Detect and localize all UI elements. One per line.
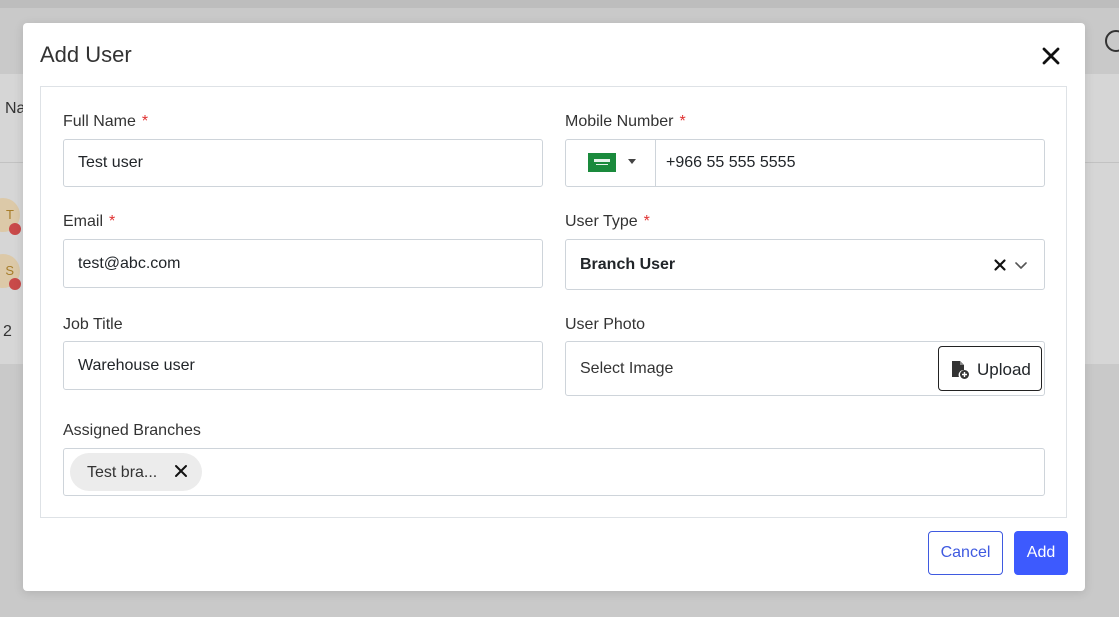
chevron-down-icon — [1015, 262, 1027, 269]
background-topbar — [0, 0, 1119, 8]
email-input[interactable] — [63, 239, 543, 288]
add-user-modal: Add User Full Name * Mobile Number * Email… — [23, 23, 1085, 591]
user-type-label: User Type * — [565, 213, 650, 231]
modal-title: Add User — [40, 42, 132, 67]
branch-chip[interactable]: Test bra... — [70, 453, 202, 491]
required-mark: * — [679, 113, 686, 130]
required-mark: * — [109, 213, 116, 230]
caret-down-icon — [628, 159, 636, 164]
job-title-label-text: Job Title — [63, 316, 123, 333]
select-image-placeholder[interactable]: Select Image — [580, 360, 673, 378]
mobile-number-input[interactable] — [655, 140, 1044, 186]
mobile-number-field — [565, 139, 1045, 187]
user-photo-label-text: User Photo — [565, 316, 646, 333]
full-name-label: Full Name * — [63, 113, 148, 131]
file-upload-icon — [952, 361, 969, 379]
assigned-branches-label: Assigned Branches — [63, 422, 201, 440]
cancel-button[interactable]: Cancel — [928, 531, 1003, 575]
assigned-branches-multiselect[interactable]: Test bra... — [63, 448, 1045, 496]
full-name-input[interactable] — [63, 139, 543, 187]
job-title-input[interactable] — [63, 341, 543, 390]
email-label-text: Email — [63, 213, 104, 230]
status-dot — [9, 278, 21, 290]
job-title-label: Job Title — [63, 316, 123, 334]
email-label: Email * — [63, 213, 115, 231]
full-name-label-text: Full Name — [63, 113, 136, 130]
user-photo-label: User Photo — [565, 316, 645, 334]
required-mark: * — [141, 113, 149, 130]
upload-button[interactable]: Upload — [938, 346, 1042, 391]
status-dot — [9, 223, 21, 235]
user-type-selected-value: Branch User — [580, 256, 676, 273]
user-photo-field: Select Image Upload — [565, 341, 1045, 396]
search-icon — [1105, 30, 1119, 52]
add-button[interactable]: Add — [1014, 531, 1068, 575]
mobile-number-label: Mobile Number * — [565, 113, 686, 131]
user-type-select[interactable]: Branch User — [565, 239, 1045, 290]
user-form: Full Name * Mobile Number * Email * User Ty… — [40, 86, 1067, 518]
close-icon — [1042, 47, 1060, 65]
country-code-dropdown[interactable] — [566, 140, 656, 186]
user-type-label-text: User Type — [565, 213, 638, 230]
close-button[interactable] — [1038, 43, 1064, 69]
clear-icon[interactable] — [992, 257, 1008, 273]
assigned-branches-label-text: Assigned Branches — [63, 422, 201, 439]
mobile-number-label-text: Mobile Number — [565, 113, 674, 130]
upload-label: Upload — [977, 360, 1031, 379]
saudi-arabia-flag-icon — [588, 153, 616, 172]
background-count: 2 — [3, 323, 12, 340]
branch-chip-label: Test bra... — [87, 464, 158, 481]
required-mark: * — [643, 213, 650, 230]
remove-chip-icon[interactable] — [174, 464, 188, 478]
